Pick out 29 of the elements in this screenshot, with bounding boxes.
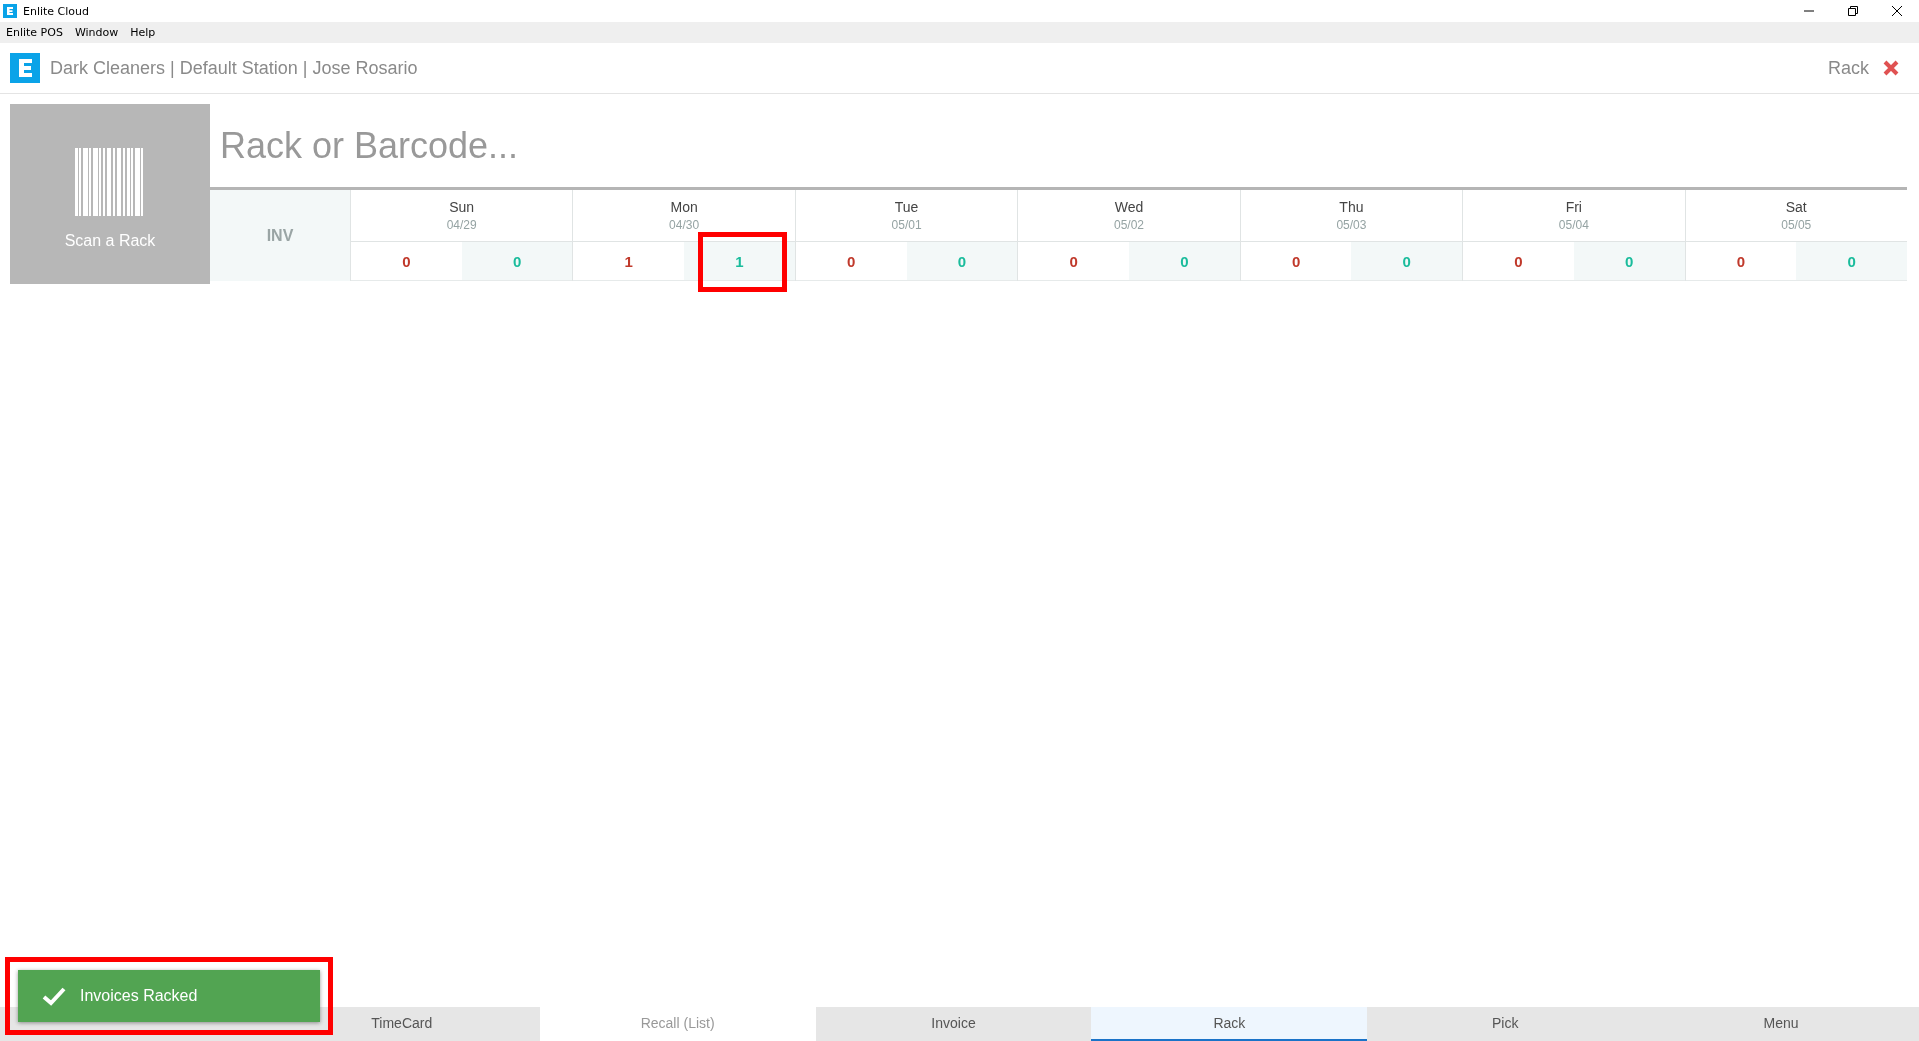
day-date: 05/04 — [1558, 218, 1589, 232]
window-title: Enlite Cloud — [23, 4, 90, 18]
day-name: Mon — [670, 199, 698, 215]
day-date: 05/01 — [891, 218, 922, 232]
app-logo-icon — [3, 4, 17, 18]
restore-icon[interactable] — [1847, 5, 1859, 17]
barcode-icon — [75, 147, 145, 216]
day-date: 05/02 — [1113, 218, 1144, 232]
toast-message: Invoices Racked — [80, 987, 198, 1005]
menu-item[interactable]: Window — [74, 26, 119, 39]
day-name: Tue — [894, 199, 919, 215]
nav-tab[interactable]: Rack — [1091, 1007, 1368, 1041]
section-title: Rack — [1828, 57, 1869, 79]
day-name: Thu — [1339, 199, 1364, 215]
inv-label: INV — [210, 190, 350, 281]
checkmark-icon — [42, 986, 66, 1006]
menu-item[interactable]: Help — [130, 26, 156, 39]
day-date: 05/05 — [1781, 218, 1812, 232]
app-logo-icon — [10, 53, 40, 83]
day-name: Wed — [1114, 199, 1144, 215]
day-name: Sun — [449, 199, 475, 215]
day-date: 04/30 — [669, 218, 700, 232]
day-name: Sat — [1785, 199, 1807, 215]
day-name: Fri — [1565, 199, 1582, 215]
menu-item[interactable]: Enlite POS — [6, 26, 63, 39]
header-title: Dark Cleaners | Default Station | Jose Rosario — [50, 57, 418, 79]
day-date: 04/29 — [446, 218, 477, 232]
close-icon[interactable] — [1891, 5, 1903, 17]
day-date: 05/03 — [1336, 218, 1367, 232]
